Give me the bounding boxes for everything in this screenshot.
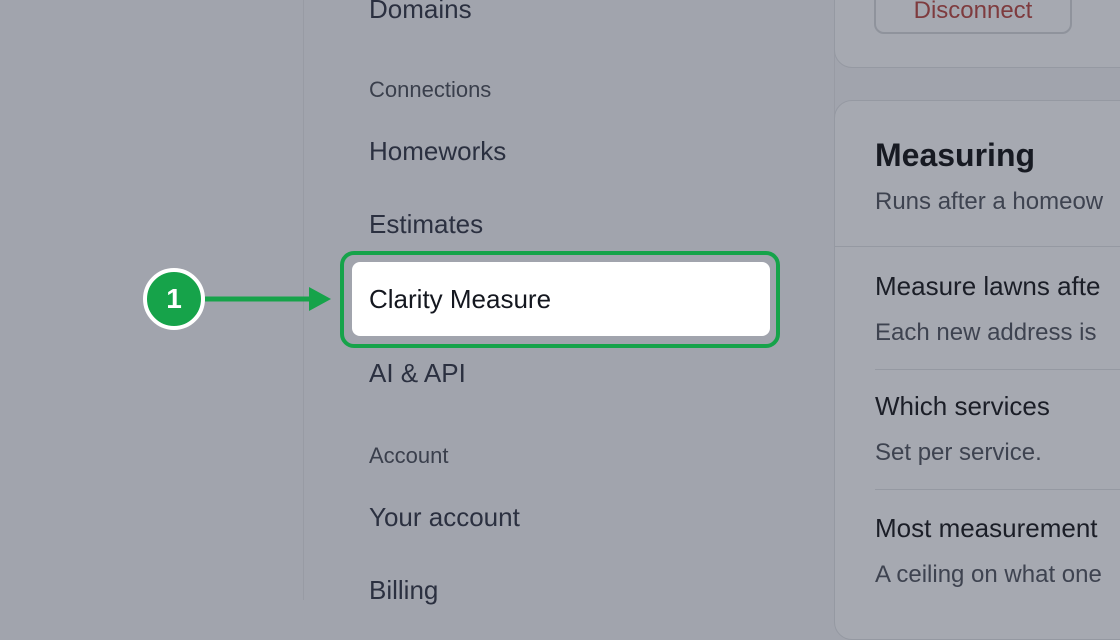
sidebar-item-billing[interactable]: Billing [369,577,438,603]
disconnect-button[interactable]: Disconnect [874,0,1072,34]
sidebar-item-domains[interactable]: Domains [369,0,472,22]
sidebar-section-account: Account [369,443,449,468]
setting-which-services-title[interactable]: Which services [875,391,1050,422]
sidebar-item-clarity-measure[interactable]: Clarity Measure [352,262,770,336]
settings-sidebar: Domains Connections Homeworks Estimates … [303,0,835,603]
setting-which-services-desc: Set per service. [875,439,1042,466]
sidebar-item-your-account[interactable]: Your account [369,504,520,530]
sidebar-item-estimates[interactable]: Estimates [369,211,483,237]
setting-most-measurements-desc: A ceiling on what one [875,561,1102,588]
sidebar-item-homeworks[interactable]: Homeworks [369,138,506,164]
measuring-card: Measuring Runs after a homeow Measure la… [834,100,1120,640]
callout-step-badge: 1 [143,268,205,330]
sidebar-section-connections: Connections [369,77,492,102]
row-divider [875,369,1120,370]
setting-measure-lawns-title[interactable]: Measure lawns afte [875,271,1100,302]
setting-most-measurements-title[interactable]: Most measurement [875,513,1098,544]
card-subtitle: Runs after a homeow [875,188,1104,215]
main-content: Disconnect Measuring Runs after a homeow… [834,0,1120,640]
sidebar-item-ai-api[interactable]: AI & API [369,360,466,386]
row-divider [875,489,1120,490]
card-title: Measuring [875,137,1036,173]
callout-arrow-icon [205,287,331,311]
card-divider [835,246,1120,247]
setting-measure-lawns-desc: Each new address is [875,319,1097,346]
